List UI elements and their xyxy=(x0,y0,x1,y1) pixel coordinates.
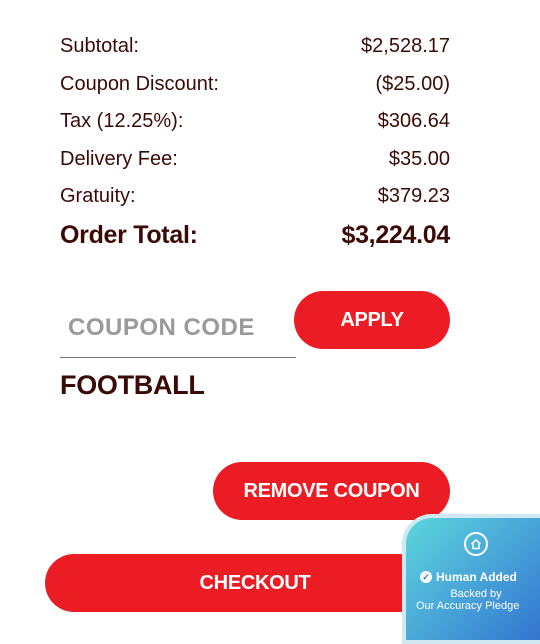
summary-row-delivery-fee: Delivery Fee: $35.00 xyxy=(60,141,450,179)
accuracy-pledge-badge[interactable]: ✓ Human Added Backed by Our Accuracy Ple… xyxy=(402,514,540,644)
check-icon: ✓ xyxy=(420,571,432,583)
summary-row-coupon-discount: Coupon Discount: ($25.00) xyxy=(60,66,450,104)
order-total-label: Order Total: xyxy=(60,221,198,249)
badge-title: ✓ Human Added xyxy=(420,570,517,584)
home-icon xyxy=(464,532,488,556)
badge-backed-by: Backed by xyxy=(450,588,502,600)
tax-value: $306.64 xyxy=(377,110,450,133)
coupon-discount-label: Coupon Discount: xyxy=(60,72,219,95)
remove-coupon-button[interactable]: REMOVE COUPON xyxy=(213,462,450,520)
gratuity-value: $379.23 xyxy=(377,185,450,208)
coupon-code-input[interactable] xyxy=(60,298,296,358)
summary-row-tax: Tax (12.25%): $306.64 xyxy=(60,103,450,141)
tax-label: Tax (12.25%): xyxy=(60,110,184,133)
badge-pledge-text: Our Accuracy Pledge xyxy=(416,600,520,612)
delivery-fee-value: $35.00 xyxy=(388,147,450,170)
summary-row-order-total: Order Total: $3,224.04 xyxy=(60,216,450,256)
apply-coupon-button[interactable]: APPLY xyxy=(294,291,450,349)
badge-title-text: Human Added xyxy=(436,570,517,584)
applied-coupon-code: FOOTBALL xyxy=(60,370,205,400)
subtotal-value: $2,528.17 xyxy=(361,35,450,58)
coupon-discount-value: ($25.00) xyxy=(375,72,451,95)
order-total-value: $3,224.04 xyxy=(341,221,450,249)
gratuity-label: Gratuity: xyxy=(60,185,136,208)
summary-row-subtotal: Subtotal: $2,528.17 xyxy=(60,28,450,66)
delivery-fee-label: Delivery Fee: xyxy=(60,147,178,170)
subtotal-label: Subtotal: xyxy=(60,35,139,58)
summary-row-gratuity: Gratuity: $379.23 xyxy=(60,178,450,216)
order-summary: Subtotal: $2,528.17 Coupon Discount: ($2… xyxy=(60,28,450,256)
